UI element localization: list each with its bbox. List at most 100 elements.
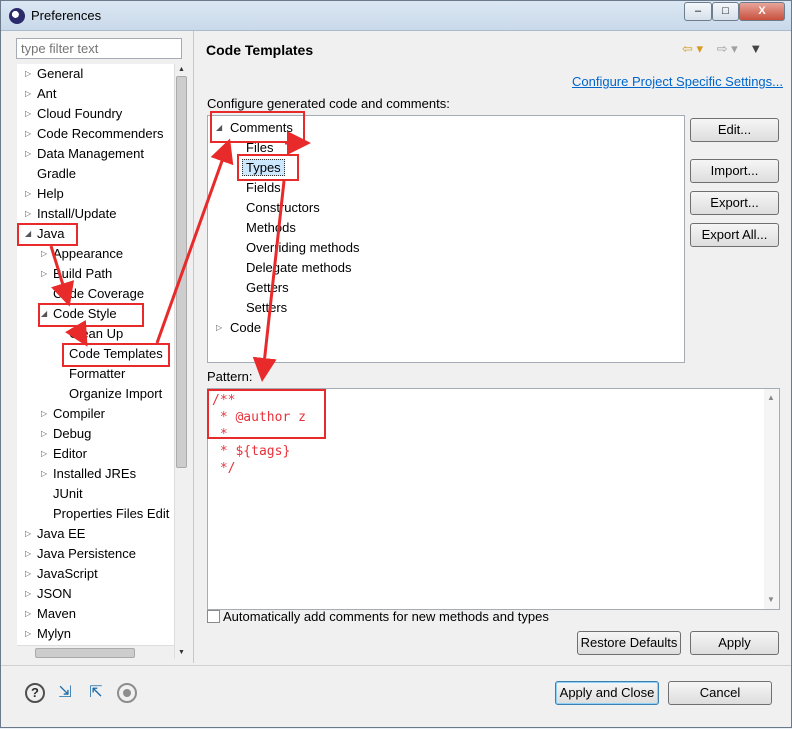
record-icon[interactable] <box>117 683 137 703</box>
tree-item-java-persistence[interactable]: Java Persistence <box>25 544 136 564</box>
export-preferences-icon[interactable]: ⇱ <box>86 683 106 703</box>
tree-item-label: Data Management <box>37 146 144 161</box>
tree-item-label: JUnit <box>53 486 83 501</box>
dialog-button-bar: ? ⇲ ⇱ Apply and Close Cancel <box>1 665 791 727</box>
eclipse-icon <box>9 8 25 24</box>
import-button[interactable]: Import... <box>690 159 779 183</box>
tree-item-junit[interactable]: JUnit <box>53 484 83 504</box>
close-button[interactable]: X <box>739 2 785 21</box>
restore-defaults-button[interactable]: Restore Defaults <box>577 631 681 655</box>
title-bar: Preferences ‒ □ X <box>1 1 791 31</box>
tree-item-build-path[interactable]: Build Path <box>41 264 112 284</box>
tree-item-label: Build Path <box>53 266 113 281</box>
tree-item-help[interactable]: Help <box>25 184 64 204</box>
scroll-thumb[interactable] <box>176 76 187 468</box>
tree-horizontal-scrollbar[interactable] <box>17 645 174 659</box>
tree-item-data-management[interactable]: Data Management <box>25 144 144 164</box>
tree-item-code-recommenders[interactable]: Code Recommenders <box>25 124 163 144</box>
tree-item-label: Help <box>37 186 64 201</box>
view-menu-icon[interactable]: ▼ <box>749 41 762 56</box>
template-item-delegate-methods[interactable]: Delegate methods <box>246 258 352 278</box>
tree-item-formatter[interactable]: Formatter <box>69 364 125 384</box>
tree-item-label: Clean Up <box>69 326 124 341</box>
template-item-label: Setters <box>246 300 288 315</box>
template-item-fields[interactable]: Fields <box>246 178 281 198</box>
scroll-down-icon[interactable]: ▼ <box>175 647 188 659</box>
tree-item-label: JSON <box>37 586 72 601</box>
tree-item-java-ee[interactable]: Java EE <box>25 524 85 544</box>
tree-item-clean-up[interactable]: Clean Up <box>69 324 123 344</box>
page-title: Code Templates <box>206 42 314 58</box>
tree-item-properties-files-editor[interactable]: Properties Files Edit <box>53 504 169 524</box>
tree-item-install-update[interactable]: Install/Update <box>25 204 117 224</box>
tree-item-organize-imports[interactable]: Organize Import <box>69 384 162 404</box>
template-item-label: Constructors <box>246 200 320 215</box>
cancel-button[interactable]: Cancel <box>668 681 772 705</box>
tree-item-compiler[interactable]: Compiler <box>41 404 105 424</box>
tree-item-javascript[interactable]: JavaScript <box>25 564 98 584</box>
template-item-constructors[interactable]: Constructors <box>246 198 320 218</box>
import-preferences-icon[interactable]: ⇲ <box>55 683 75 703</box>
tree-item-label: Properties Files Edit <box>53 506 170 521</box>
auto-comments-checkbox[interactable] <box>207 610 220 623</box>
scroll-up-icon[interactable]: ▲ <box>175 64 188 76</box>
tree-item-installed-jres[interactable]: Installed JREs <box>41 464 136 484</box>
preferences-window: Preferences ‒ □ X General Ant Cloud Foun… <box>0 0 792 728</box>
template-item-methods[interactable]: Methods <box>246 218 296 238</box>
maximize-button[interactable]: □ <box>712 2 739 21</box>
scroll-up-icon[interactable]: ▲ <box>767 393 775 402</box>
tree-item-maven[interactable]: Maven <box>25 604 76 624</box>
tree-item-mylyn[interactable]: Mylyn <box>25 624 71 644</box>
tree-item-label: Mylyn <box>37 626 71 641</box>
tree-item-appearance[interactable]: Appearance <box>41 244 123 264</box>
tree-item-label: Appearance <box>53 246 124 261</box>
apply-and-close-button[interactable]: Apply and Close <box>555 681 659 705</box>
export-button[interactable]: Export... <box>690 191 779 215</box>
template-item-overriding-methods[interactable]: Overriding methods <box>246 238 359 258</box>
template-item-label: Fields <box>246 180 281 195</box>
page-navigation: ⇦ ▾ ⇨ ▾ ▼ <box>682 41 762 57</box>
template-item-setters[interactable]: Setters <box>246 298 287 318</box>
annotation-box-code-style <box>38 303 144 327</box>
auto-comments-option[interactable]: Automatically add comments for new metho… <box>207 609 549 624</box>
tree-item-general[interactable]: General <box>25 64 83 84</box>
scroll-thumb[interactable] <box>35 648 135 658</box>
pattern-label: Pattern: <box>207 369 253 384</box>
tree-item-debug[interactable]: Debug <box>41 424 91 444</box>
tree-item-editor[interactable]: Editor <box>41 444 87 464</box>
export-all-button[interactable]: Export All... <box>690 223 779 247</box>
template-item-label: Getters <box>246 280 289 295</box>
pattern-scrollbar[interactable]: ▲ ▼ <box>764 389 779 609</box>
tree-item-label: Organize Import <box>69 386 163 401</box>
minimize-button[interactable]: ‒ <box>684 2 712 21</box>
template-item-label: Overriding methods <box>246 240 360 255</box>
annotation-box-types <box>237 154 299 181</box>
tree-item-code-coverage[interactable]: Code Coverage <box>53 284 144 304</box>
tree-item-label: Compiler <box>53 406 106 421</box>
filter-input[interactable] <box>16 38 182 59</box>
forward-arrow-icon[interactable]: ⇨ ▾ <box>717 41 738 56</box>
annotation-box-java <box>17 223 78 246</box>
tree-item-label: Java Persistence <box>37 546 136 561</box>
template-item-label: Code <box>230 320 262 335</box>
apply-button[interactable]: Apply <box>690 631 779 655</box>
edit-button[interactable]: Edit... <box>690 118 779 142</box>
configure-project-settings-link[interactable]: Configure Project Specific Settings... <box>572 74 783 89</box>
tree-item-label: Formatter <box>69 366 126 381</box>
annotation-box-comments <box>210 111 305 143</box>
tree-item-label: Java EE <box>37 526 86 541</box>
tree-item-gradle[interactable]: Gradle <box>37 164 76 184</box>
scroll-down-icon[interactable]: ▼ <box>767 595 775 604</box>
back-arrow-icon[interactable]: ⇦ ▾ <box>682 41 703 56</box>
tree-vertical-scrollbar[interactable]: ▲ ▼ <box>174 64 187 659</box>
tree-item-ant[interactable]: Ant <box>25 84 57 104</box>
tree-item-label: Code Coverage <box>53 286 145 301</box>
help-icon[interactable]: ? <box>25 683 45 703</box>
template-item-code[interactable]: Code <box>216 318 261 338</box>
window-title: Preferences <box>31 8 102 23</box>
tree-item-json[interactable]: JSON <box>25 584 72 604</box>
auto-comments-label: Automatically add comments for new metho… <box>223 609 549 624</box>
template-item-getters[interactable]: Getters <box>246 278 289 298</box>
tree-item-label: Installed JREs <box>53 466 137 481</box>
tree-item-cloud-foundry[interactable]: Cloud Foundry <box>25 104 122 124</box>
